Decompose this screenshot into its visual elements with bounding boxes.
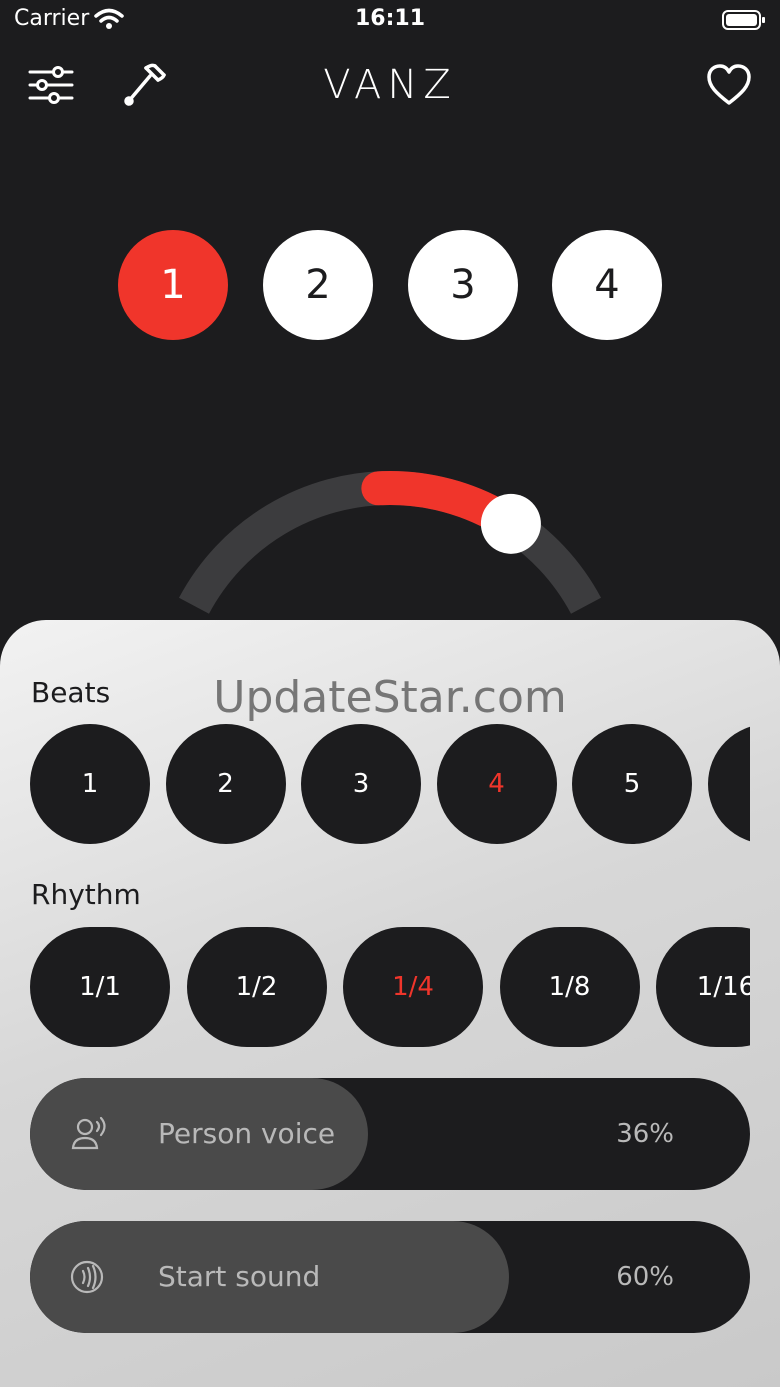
- rhythm-selector: 1/1 1/2 1/4 1/8 1/16: [30, 927, 750, 1047]
- beat-indicator-1: 1: [118, 230, 228, 340]
- app-title: VANZ: [323, 62, 457, 108]
- rhythm-section-label: Rhythm: [31, 878, 141, 911]
- beat-indicator-3: 3: [408, 230, 518, 340]
- battery-icon: [722, 10, 765, 30]
- person-voice-label: Person voice: [158, 1117, 336, 1150]
- status-bar: Carrier 16:11: [0, 0, 780, 40]
- sound-wave-icon: [70, 1260, 104, 1294]
- rhythm-option-1-16[interactable]: 1/16: [656, 927, 750, 1047]
- start-sound-slider[interactable]: Start sound 60%: [30, 1221, 750, 1333]
- beats-option-3[interactable]: 3: [301, 724, 421, 844]
- person-voice-icon: [71, 1116, 106, 1150]
- person-voice-value: 36%: [616, 1119, 674, 1149]
- rhythm-option-1-8[interactable]: 1/8: [499, 927, 640, 1047]
- start-sound-value: 60%: [616, 1262, 674, 1292]
- watermark-text: UpdateStar.com: [213, 672, 567, 723]
- person-voice-slider[interactable]: Person voice 36%: [30, 1078, 750, 1190]
- start-sound-label: Start sound: [158, 1260, 321, 1293]
- rhythm-option-1-4[interactable]: 1/4: [343, 927, 483, 1047]
- rhythm-option-1-1[interactable]: 1/1: [30, 927, 170, 1047]
- beat-indicator-4: 4: [552, 230, 662, 340]
- rhythm-option-1-2[interactable]: 1/2: [186, 927, 327, 1047]
- dial-knob[interactable]: [480, 493, 541, 554]
- beats-section-label: Beats: [31, 676, 111, 709]
- beats-selector: 123456: [30, 724, 750, 844]
- status-time: 16:11: [354, 6, 426, 31]
- beats-option-6[interactable]: 6: [707, 724, 750, 844]
- tempo-dial[interactable]: [0, 440, 780, 640]
- heart-icon[interactable]: [706, 64, 752, 106]
- beats-option-2[interactable]: 2: [165, 724, 286, 844]
- beats-option-5[interactable]: 5: [572, 724, 692, 844]
- beats-option-1[interactable]: 1: [30, 724, 150, 844]
- beats-option-4[interactable]: 4: [436, 724, 557, 844]
- beat-indicator-2: 2: [263, 230, 373, 340]
